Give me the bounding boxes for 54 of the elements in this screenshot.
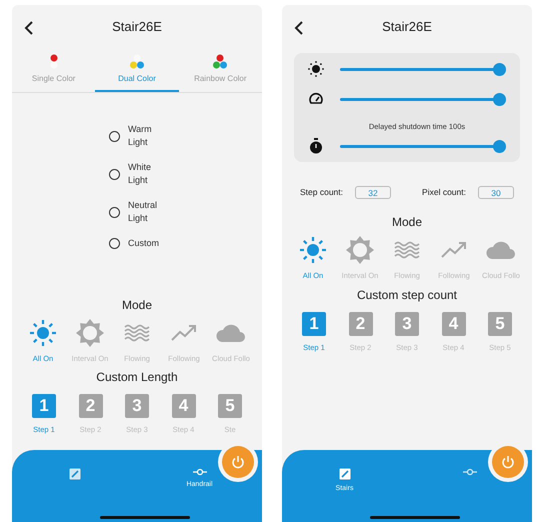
radio-option[interactable]: Custom — [109, 237, 168, 250]
color-tab[interactable]: Single Color — [12, 49, 96, 92]
section-title: Mode — [390, 214, 424, 232]
count-field[interactable]: 30 — [478, 186, 514, 200]
pencil-square-icon — [338, 468, 350, 480]
pencil-square-icon — [68, 468, 80, 480]
sun-outline-icon — [75, 318, 105, 348]
slider[interactable] — [340, 92, 506, 106]
count-label: Pixel count: — [422, 186, 466, 200]
radio-option[interactable]: Neutral Light — [109, 199, 168, 225]
brightness-icon — [308, 61, 324, 77]
step-button[interactable]: 3 — [125, 394, 149, 418]
back-icon[interactable] — [294, 21, 304, 35]
slider[interactable] — [340, 140, 506, 153]
step-button[interactable]: 1 — [302, 312, 326, 336]
node-line-icon — [192, 468, 206, 476]
step-button[interactable]: 2 — [78, 394, 102, 418]
slider-thumb[interactable] — [493, 62, 506, 76]
node-line-icon — [462, 468, 476, 476]
screen-title: Stair26E — [382, 18, 432, 36]
count-field[interactable]: 32 — [355, 186, 392, 200]
section-title: Custom Length — [95, 369, 179, 386]
gauge-icon — [308, 91, 324, 107]
sun-icon — [298, 235, 328, 266]
power-icon — [231, 455, 245, 469]
slider-thumb[interactable] — [493, 140, 506, 153]
radio-option[interactable]: Warm Light — [109, 123, 168, 149]
color-tab[interactable]: Dual Color — [95, 49, 179, 92]
step-button[interactable]: 5 — [218, 394, 242, 418]
stopwatch-icon — [308, 138, 324, 154]
radio-option[interactable]: White Light — [109, 161, 168, 187]
step-button[interactable]: 5 — [488, 312, 512, 336]
slider-thumb[interactable] — [493, 92, 506, 106]
radio-button[interactable] — [109, 130, 120, 142]
radio-button[interactable] — [109, 168, 120, 180]
power-button[interactable] — [492, 446, 524, 478]
step-button[interactable]: 3 — [395, 312, 419, 336]
step-button[interactable]: 4 — [172, 394, 196, 418]
step-button[interactable]: 4 — [442, 312, 466, 336]
color-tab[interactable]: Rainbow Color — [178, 49, 262, 92]
section-title: Custom step count — [356, 286, 458, 304]
step-button[interactable]: 1 — [32, 394, 56, 418]
back-icon[interactable] — [24, 21, 34, 35]
count-label: Step count: — [300, 186, 344, 200]
radio-button[interactable] — [109, 206, 120, 218]
screen-title: Stair26E — [112, 18, 162, 36]
slider[interactable] — [340, 62, 506, 76]
section-title: Mode — [120, 297, 154, 314]
step-button[interactable]: 2 — [348, 312, 372, 336]
power-icon — [501, 455, 515, 469]
power-button[interactable] — [222, 446, 254, 478]
sun-outline-icon — [345, 235, 375, 266]
sun-icon — [28, 318, 58, 348]
radio-button[interactable] — [109, 238, 120, 249]
